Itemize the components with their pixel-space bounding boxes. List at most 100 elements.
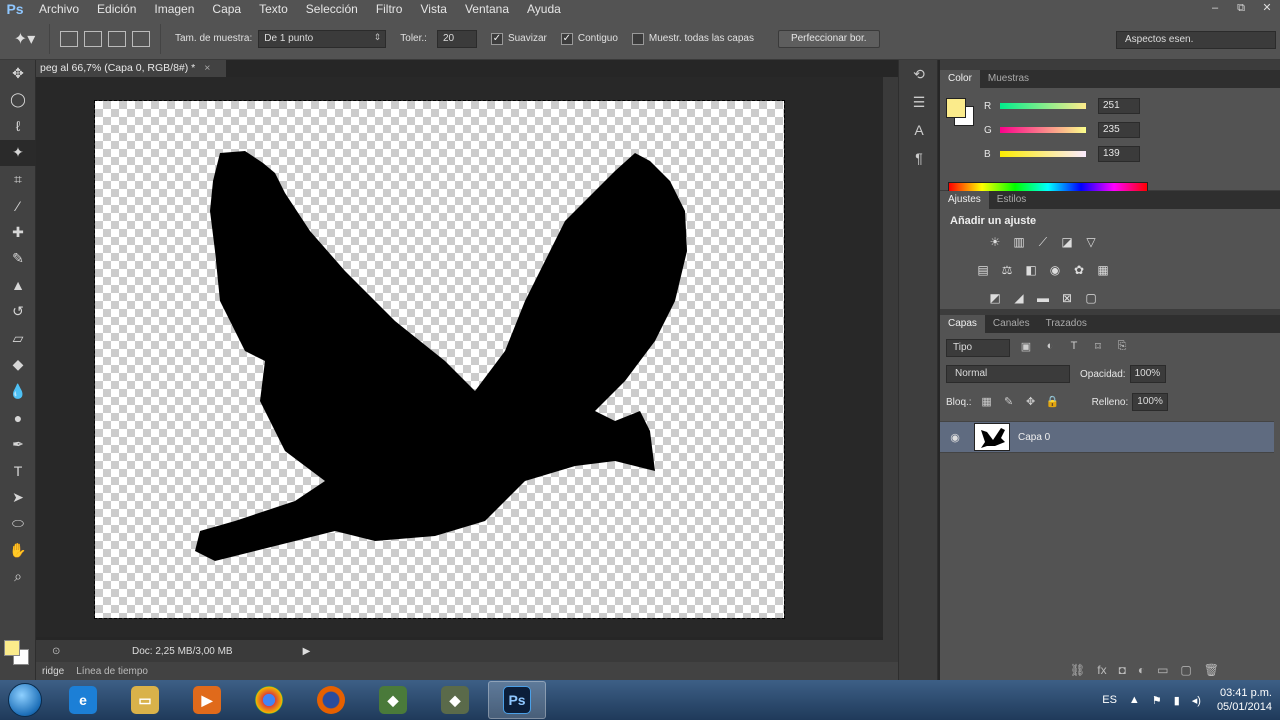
- taskbar-app-red[interactable]: ◆: [426, 681, 484, 719]
- channel-mixer-icon[interactable]: ✿: [1070, 263, 1088, 279]
- hand-tool-icon[interactable]: ✋: [0, 537, 36, 564]
- pixel-filter-icon[interactable]: ▣: [1018, 340, 1034, 356]
- magic-wand-tool-preset-icon[interactable]: ✦▾: [0, 23, 50, 54]
- threshold-icon[interactable]: ▬: [1034, 291, 1052, 307]
- taskbar-photoshop[interactable]: Ps: [488, 681, 546, 719]
- taskbar-explorer[interactable]: ▭: [116, 681, 174, 719]
- invert-icon[interactable]: ◩: [986, 291, 1004, 307]
- blue-value[interactable]: 139: [1098, 146, 1140, 162]
- green-value[interactable]: 235: [1098, 122, 1140, 138]
- menu-capa[interactable]: Capa: [203, 2, 250, 16]
- layer-mask-icon[interactable]: ◘: [1119, 663, 1126, 677]
- green-slider[interactable]: [1000, 127, 1086, 133]
- foreground-color-swatch[interactable]: [4, 640, 20, 656]
- color-lookup-icon[interactable]: ▦: [1094, 263, 1112, 279]
- properties-icon[interactable]: ☰: [899, 88, 939, 116]
- sample-size-select[interactable]: De 1 punto: [258, 29, 387, 48]
- taskbar-chrome[interactable]: [240, 681, 298, 719]
- show-hidden-icons-icon[interactable]: ▲: [1129, 694, 1140, 706]
- tab-paths[interactable]: Trazados: [1038, 315, 1095, 333]
- contiguous-checkbox[interactable]: ✓ Contiguo: [560, 32, 618, 45]
- red-slider[interactable]: [1000, 103, 1086, 109]
- color-foreground-swatch[interactable]: [946, 98, 966, 118]
- hue-saturation-icon[interactable]: ▤: [974, 263, 992, 279]
- menu-archivo[interactable]: Archivo: [30, 2, 88, 16]
- history-icon[interactable]: ⟲: [899, 60, 939, 88]
- new-selection-icon[interactable]: [60, 30, 78, 47]
- document-tab[interactable]: peg al 66,7% (Capa 0, RGB/8#) * ×: [36, 60, 226, 77]
- color-balance-icon[interactable]: ⚖: [998, 263, 1016, 279]
- close-button[interactable]: ✕: [1254, 0, 1280, 18]
- type-tool-icon[interactable]: T: [0, 458, 36, 485]
- taskbar-media-player[interactable]: ▶: [178, 681, 236, 719]
- menu-vista[interactable]: Vista: [411, 2, 455, 16]
- shape-filter-icon[interactable]: ⌑: [1090, 340, 1106, 356]
- character-icon[interactable]: A: [899, 116, 939, 144]
- curves-icon[interactable]: ⟋: [1034, 235, 1052, 251]
- levels-icon[interactable]: ▥: [1010, 235, 1028, 251]
- eyedropper-tool-icon[interactable]: ⁄: [0, 193, 36, 220]
- menu-ventana[interactable]: Ventana: [456, 2, 518, 16]
- tab-channels[interactable]: Canales: [985, 315, 1038, 333]
- menu-texto[interactable]: Texto: [250, 2, 297, 16]
- adjustment-filter-icon[interactable]: ◐: [1042, 340, 1058, 356]
- play-arrow-icon[interactable]: ▶: [303, 646, 311, 657]
- red-value[interactable]: 251: [1098, 98, 1140, 114]
- history-brush-icon[interactable]: ↺: [0, 299, 36, 326]
- tab-swatches[interactable]: Muestras: [980, 70, 1037, 88]
- sample-all-layers-checkbox[interactable]: Muestr. todas las capas: [631, 32, 754, 45]
- taskbar-firefox[interactable]: [302, 681, 360, 719]
- menu-edicion[interactable]: Edición: [88, 2, 145, 16]
- new-adjustment-icon[interactable]: ◐: [1138, 663, 1145, 677]
- selective-color-icon[interactable]: ▢: [1082, 291, 1100, 307]
- pen-tool-icon[interactable]: ✒: [0, 431, 36, 458]
- brush-tool-icon[interactable]: ✎: [0, 246, 36, 273]
- marquee-tool-icon[interactable]: ◯: [0, 87, 36, 114]
- subtract-selection-icon[interactable]: [108, 30, 126, 47]
- close-tab-icon[interactable]: ×: [204, 62, 210, 74]
- black-white-icon[interactable]: ◧: [1022, 263, 1040, 279]
- start-button[interactable]: [0, 680, 50, 720]
- network-icon[interactable]: ▮: [1174, 694, 1180, 707]
- document-info[interactable]: Doc: 2,25 MB/3,00 MB: [132, 646, 233, 657]
- lock-all-icon[interactable]: 🔒: [1046, 395, 1060, 409]
- blue-slider[interactable]: [1000, 151, 1086, 157]
- language-indicator[interactable]: ES: [1102, 694, 1117, 706]
- menu-ayuda[interactable]: Ayuda: [518, 2, 570, 16]
- fill-input[interactable]: 100%: [1132, 393, 1169, 411]
- tab-color[interactable]: Color: [940, 70, 980, 88]
- magic-wand-tool-icon[interactable]: ✦: [0, 139, 36, 166]
- tolerance-input[interactable]: 20: [436, 29, 477, 48]
- brightness-icon[interactable]: ☀: [986, 235, 1004, 251]
- layer-row[interactable]: ◉ Capa 0: [940, 421, 1274, 453]
- workspace-select[interactable]: Aspectos esen.: [1116, 31, 1276, 49]
- layer-style-icon[interactable]: fx: [1097, 663, 1106, 677]
- smart-object-filter-icon[interactable]: ⎘: [1114, 340, 1130, 356]
- restore-button[interactable]: ⧉: [1228, 0, 1254, 18]
- delete-layer-icon[interactable]: 🗑: [1204, 663, 1219, 677]
- refine-edge-button[interactable]: Perfeccionar bor.: [777, 29, 880, 48]
- ellipse-tool-icon[interactable]: ⬭: [0, 511, 36, 538]
- intersect-selection-icon[interactable]: [132, 30, 150, 47]
- menu-imagen[interactable]: Imagen: [145, 2, 203, 16]
- add-selection-icon[interactable]: [84, 30, 102, 47]
- type-filter-icon[interactable]: T: [1066, 340, 1082, 356]
- opacity-input[interactable]: 100%: [1129, 365, 1166, 383]
- posterize-icon[interactable]: ◢: [1010, 291, 1028, 307]
- new-layer-icon[interactable]: ▢: [1180, 663, 1191, 677]
- zoom-icon[interactable]: ⊙: [52, 646, 72, 657]
- paragraph-icon[interactable]: ¶: [899, 144, 939, 172]
- gradient-map-icon[interactable]: ⊠: [1058, 291, 1076, 307]
- tab-adjustments[interactable]: Ajustes: [940, 191, 989, 209]
- lock-pixels-icon[interactable]: ✎: [1002, 395, 1016, 409]
- volume-icon[interactable]: ◂): [1192, 694, 1201, 707]
- lasso-tool-icon[interactable]: ℓ: [0, 113, 36, 140]
- dodge-tool-icon[interactable]: ●: [0, 405, 36, 432]
- tab-bridge[interactable]: ridge: [36, 666, 70, 677]
- photo-filter-icon[interactable]: ◉: [1046, 263, 1064, 279]
- visibility-eye-icon[interactable]: ◉: [940, 431, 970, 444]
- new-group-icon[interactable]: ▭: [1157, 663, 1168, 677]
- minimize-button[interactable]: –: [1202, 0, 1228, 18]
- lock-position-icon[interactable]: ✥: [1024, 395, 1038, 409]
- tab-timeline[interactable]: Línea de tiempo: [70, 666, 154, 677]
